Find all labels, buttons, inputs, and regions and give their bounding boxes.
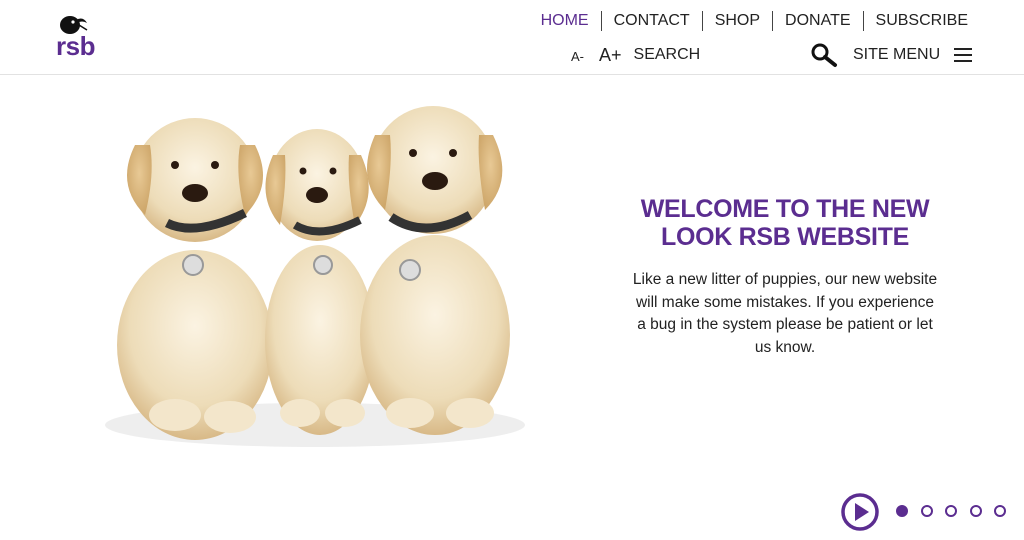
site-header: rsb HOME CONTACT SHOP DONATE SUBSCRIBE A…	[0, 0, 1024, 75]
font-increase-button[interactable]: A+	[599, 45, 622, 66]
site-menu-label: SITE MENU	[853, 46, 941, 63]
puppy-left	[117, 118, 273, 440]
nav-home[interactable]: HOME	[541, 11, 601, 31]
carousel-dot-2[interactable]	[920, 505, 933, 517]
logo-wordmark: rsb	[56, 31, 95, 61]
puppies-photo	[105, 106, 525, 447]
site-menu-button[interactable]: SITE MENU	[853, 44, 973, 66]
search-icon[interactable]	[810, 42, 838, 68]
nav-donate[interactable]: DONATE	[772, 11, 862, 31]
carousel-dot-5[interactable]	[994, 505, 1006, 517]
nav-shop[interactable]: SHOP	[701, 11, 772, 31]
hero-welcome: WELCOME TO THE NEW LOOK RSB WEBSITE Like…	[610, 195, 960, 359]
nav-subscribe[interactable]: SUBSCRIBE	[862, 11, 968, 31]
rsb-logo[interactable]: rsb	[54, 14, 106, 61]
search-link[interactable]: SEARCH	[634, 46, 701, 64]
hero-body: Like a new litter of puppies, our new we…	[632, 271, 938, 356]
hamburger-menu-icon	[954, 48, 973, 62]
nav-contact[interactable]: CONTACT	[600, 11, 702, 31]
carousel-dot-3[interactable]	[945, 505, 957, 517]
font-decrease-button[interactable]: A-	[571, 49, 584, 64]
puppy-right	[360, 106, 510, 435]
puppy-middle	[265, 129, 375, 435]
play-icon[interactable]	[840, 492, 880, 532]
carousel-pagination	[896, 505, 1019, 517]
top-navigation: HOME CONTACT SHOP DONATE SUBSCRIBE	[541, 10, 968, 32]
carousel-dot-4[interactable]	[969, 505, 982, 517]
carousel-dot-1[interactable]	[896, 505, 908, 517]
hero-heading: WELCOME TO THE NEW LOOK RSB WEBSITE	[640, 195, 930, 251]
accessibility-toolbar: A- A+ SEARCH	[571, 44, 700, 66]
